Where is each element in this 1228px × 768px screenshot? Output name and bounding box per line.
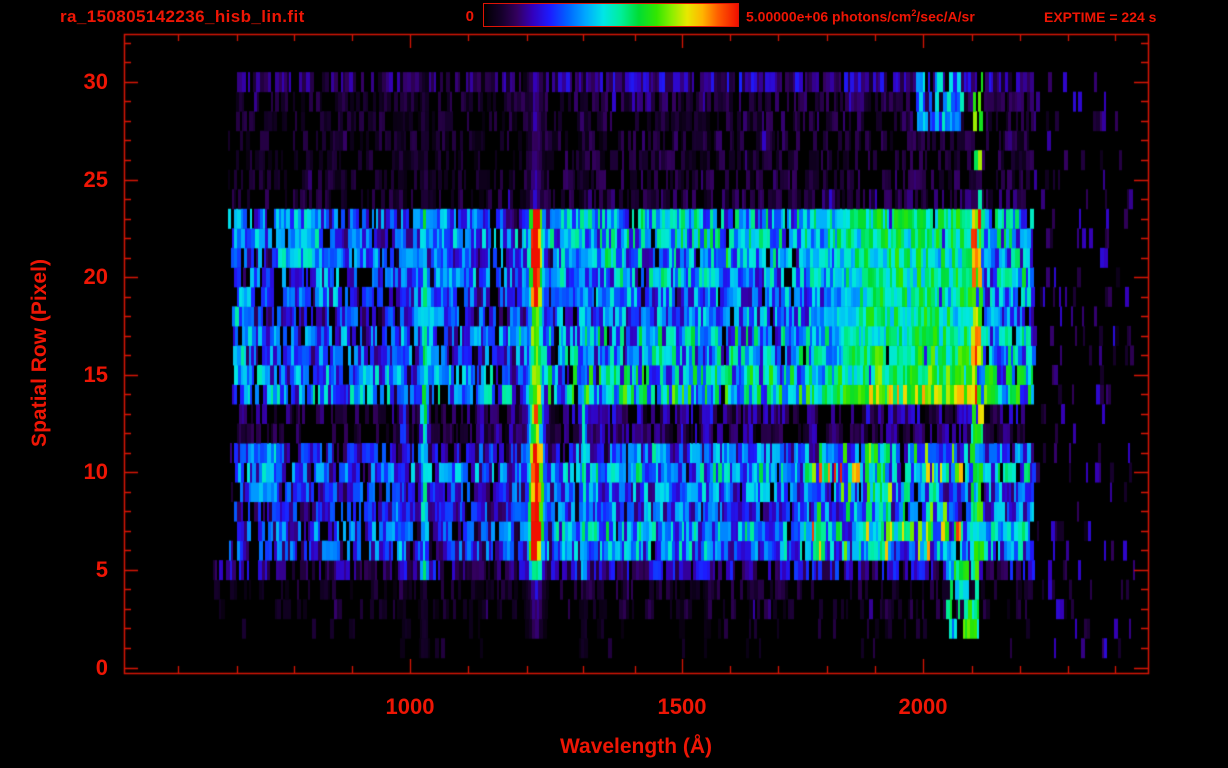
y-tick-label: 5: [95, 556, 108, 582]
y-tick-label: 25: [83, 166, 108, 192]
y-tick-label: 30: [83, 68, 108, 94]
y-axis-title: Spatial Row (Pixel): [28, 259, 51, 447]
y-tick-label: 0: [95, 654, 108, 680]
spectrogram-viewer: ra_150805142236_hisb_lin.fit 0 5.00000e+…: [0, 0, 1228, 768]
y-tick-label: 10: [83, 459, 108, 485]
colorbar-gradient: [483, 3, 739, 27]
colorbar-units-suffix: /sec/A/sr: [916, 8, 975, 25]
colorbar-min-label: 0: [465, 8, 474, 25]
x-tick-label: 1000: [385, 694, 435, 719]
exptime-label: EXPTIME = 224 s: [1044, 9, 1157, 25]
file-title: ra_150805142236_hisb_lin.fit: [60, 7, 305, 26]
x-tick-label: 2000: [898, 694, 948, 719]
colorbar-units-prefix: 5.00000e+06 photons/cm: [746, 8, 912, 25]
y-tick-label: 15: [83, 361, 108, 387]
x-axis-title: Wavelength (Å): [559, 735, 713, 758]
colorbar-max-label: 5.00000e+06 photons/cm2/sec/A/sr: [746, 8, 975, 25]
spectrogram-canvas: [0, 0, 1228, 768]
y-tick-label: 20: [83, 264, 108, 290]
x-tick-label: 1500: [657, 694, 707, 719]
